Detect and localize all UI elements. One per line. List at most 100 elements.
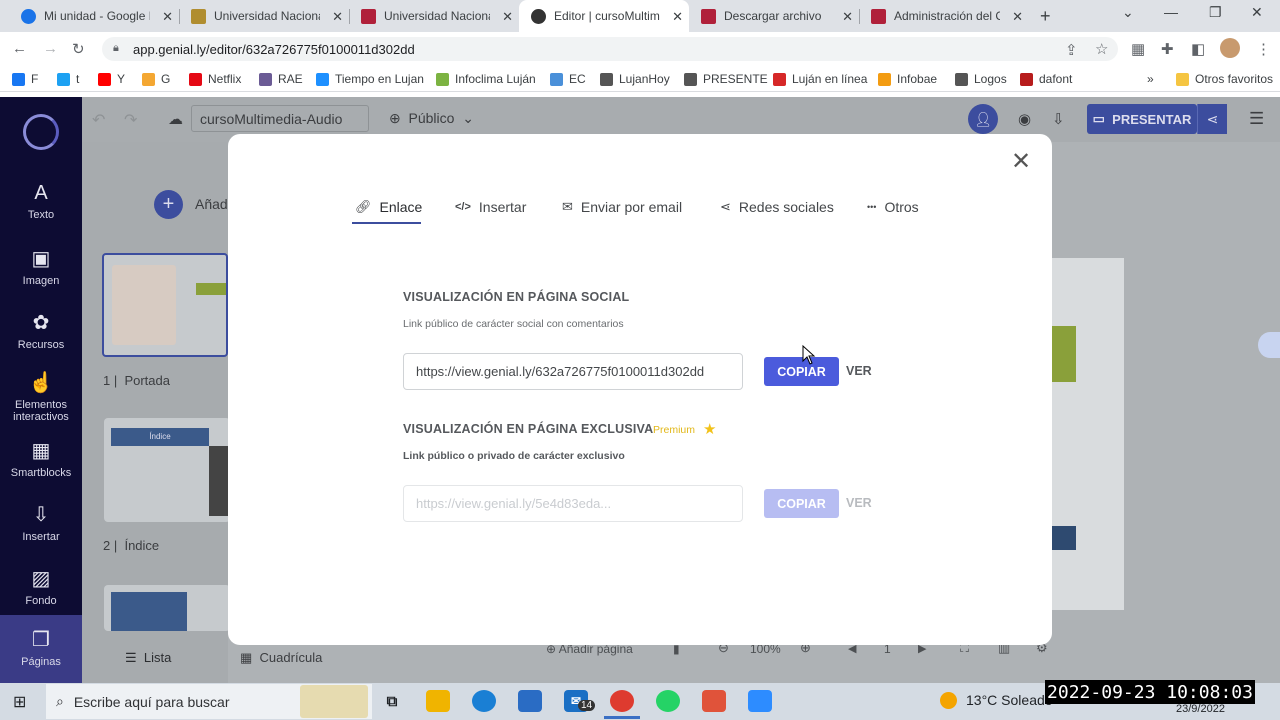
maximize-icon[interactable]: ❐	[1209, 4, 1222, 21]
bookmark-item[interactable]: PRESENTE	[684, 72, 768, 86]
sidebar-item-smartblocks[interactable]: ▦ Smartblocks	[0, 438, 82, 479]
filezilla-icon[interactable]	[702, 690, 726, 712]
reload-icon[interactable]: ↻	[72, 40, 85, 58]
edge-icon[interactable]	[472, 690, 496, 712]
add-page-button[interactable]: +	[154, 190, 183, 219]
browser-tab[interactable]: Editor | cursoMultimedia-Audio ✕	[519, 0, 689, 32]
tab-close-icon[interactable]: ✕	[332, 9, 343, 25]
browser-tab-title: Universidad Nacional de Luján	[384, 9, 490, 23]
tab-close-icon[interactable]: ✕	[1012, 9, 1023, 25]
social-view-link[interactable]: VER	[846, 364, 872, 378]
filename-input[interactable]: cursoMultimedia-Audio	[191, 105, 369, 132]
modal-tab-otros[interactable]: ••• Otros	[867, 199, 919, 215]
modal-tab-redes-sociales[interactable]: ⋖ Redes sociales	[720, 199, 834, 215]
sidepanel-icon[interactable]: ◧	[1191, 40, 1205, 58]
more-icon: •••	[867, 202, 877, 212]
sidebar-item-text[interactable]: A Texto	[0, 182, 82, 221]
forward-icon[interactable]: →	[43, 40, 58, 57]
bookmark-item[interactable]: EC	[550, 72, 586, 86]
modal-tab-enlace[interactable]: 🔗︎ Enlace	[355, 199, 422, 215]
bookmark-item[interactable]: Infobae	[878, 72, 937, 86]
bookmark-item[interactable]: Tiempo en Lujan	[316, 72, 424, 86]
page-thumbnail-3[interactable]	[104, 585, 230, 631]
sidebar-item-image[interactable]: ▣ Imagen	[0, 246, 82, 287]
add-user-icon[interactable]: 👤︎	[968, 104, 998, 134]
sidebar-item-pages[interactable]: ❐ Páginas	[0, 615, 82, 683]
store-icon[interactable]	[518, 690, 542, 712]
bookmark-item[interactable]: Y	[98, 72, 125, 86]
page-thumbnail-1[interactable]	[102, 253, 228, 357]
bookmarks-overflow[interactable]: »	[1147, 72, 1154, 86]
file-explorer-icon[interactable]	[426, 690, 450, 712]
minimize-icon[interactable]: —	[1164, 4, 1178, 20]
bookmark-item[interactable]: t	[57, 72, 79, 86]
preview-eye-icon[interactable]: ◉	[1018, 110, 1031, 128]
share-button[interactable]: ⋖	[1197, 104, 1227, 134]
tab-close-icon[interactable]: ✕	[672, 9, 683, 25]
taskbar-date[interactable]: 23/9/2022	[1176, 703, 1225, 715]
whatsapp-icon[interactable]	[656, 690, 680, 712]
bookmark-item[interactable]: Netflix	[189, 72, 241, 86]
browser-tab[interactable]: Administración del Campus ✕	[859, 0, 1029, 32]
bookmarks-overflow-label: »	[1147, 72, 1154, 86]
url-text[interactable]: app.genial.ly/editor/632a726775f0100011d…	[133, 42, 415, 57]
sidebar-item-insert[interactable]: ⇩ Insertar	[0, 502, 82, 543]
redo-icon[interactable]: ↷	[124, 110, 137, 130]
sidebar-item-background[interactable]: ▨ Fondo	[0, 566, 82, 607]
modal-tab-insertar[interactable]: </> Insertar	[455, 199, 526, 215]
premium-star-icon: ★	[703, 421, 717, 438]
bookmark-item[interactable]: G	[142, 72, 170, 86]
bookmark-item[interactable]: RAE	[259, 72, 303, 86]
list-view-tab[interactable]: ☰ Lista	[125, 650, 171, 666]
bookmark-item[interactable]: dafont	[1020, 72, 1072, 86]
other-bookmarks[interactable]: Otros favoritos	[1176, 72, 1273, 86]
moodle-icon	[701, 8, 716, 24]
timestamp-overlay: 2022-09-23 10:08:03	[1045, 680, 1255, 704]
qr-icon[interactable]: ▦	[1131, 40, 1145, 58]
windows-start-icon[interactable]: ⊞	[13, 692, 26, 712]
search-icon: ⌕	[56, 693, 64, 709]
close-modal-icon[interactable]: ✕	[1011, 150, 1031, 174]
browser-tab[interactable]: Mi unidad - Google Drive ✕	[9, 0, 179, 32]
social-url-field[interactable]: https://view.genial.ly/632a726775f010001…	[403, 353, 743, 390]
chrome-icon[interactable]	[610, 690, 634, 712]
browser-tab[interactable]: Universidad Nacional de Luján ✕	[349, 0, 519, 32]
bookmark-label: Infobae	[897, 72, 938, 86]
bookmark-item[interactable]: Infoclima Luján	[436, 72, 536, 86]
profile-avatar[interactable]	[1220, 38, 1240, 58]
share-page-icon[interactable]: ⇪	[1065, 41, 1078, 59]
weather-text[interactable]: 13°C Soleado	[966, 692, 1053, 708]
present-button[interactable]: ▭ PRESENTAR	[1087, 104, 1197, 134]
social-copy-button[interactable]: COPIAR	[764, 357, 839, 386]
zoom-icon[interactable]	[748, 690, 772, 712]
tab-close-icon[interactable]: ✕	[502, 9, 513, 25]
bookmark-item[interactable]: Luján en línea	[773, 72, 867, 86]
sidebar-item-interactive-elements[interactable]: ☝ Elementos interactivos	[0, 370, 82, 423]
tab-close-icon[interactable]: ✕	[162, 9, 173, 25]
grid-view-tab[interactable]: ▦ Cuadrícula	[240, 650, 322, 666]
close-window-icon[interactable]: ✕	[1251, 4, 1263, 21]
page-thumbnail-2[interactable]: Índice	[104, 418, 230, 522]
bookmark-item[interactable]: LujanHoy	[600, 72, 670, 86]
tab-search-icon[interactable]: ⌄	[1122, 4, 1134, 21]
browser-tab[interactable]: Descargar archivo ✕	[689, 0, 859, 32]
bookmark-item[interactable]: F	[12, 72, 38, 86]
back-icon[interactable]: ←	[12, 40, 27, 57]
bookmark-item[interactable]: Logos	[955, 72, 1007, 86]
visibility-selector[interactable]: ⊕ Público ⌄	[389, 110, 474, 127]
undo-icon[interactable]: ↶	[92, 110, 105, 130]
new-tab-button[interactable]: +	[1040, 6, 1051, 27]
menu-kebab-icon[interactable]: ⋮	[1256, 40, 1271, 58]
browser-tab[interactable]: Universidad Nacional de Luján ✕	[179, 0, 349, 32]
task-view-icon[interactable]: ⧉	[380, 690, 404, 712]
bookmark-star-icon[interactable]: ☆	[1095, 40, 1108, 58]
download-icon[interactable]: ⇩	[1052, 110, 1065, 128]
bookmark-favicon-icon	[1020, 72, 1033, 86]
list-tab-label: Lista	[143, 650, 172, 665]
side-mic-icon[interactable]	[1258, 332, 1280, 358]
hamburger-menu-icon[interactable]: ☰	[1249, 109, 1264, 129]
sidebar-item-resources[interactable]: ✿ Recursos	[0, 310, 82, 351]
tab-close-icon[interactable]: ✕	[842, 9, 853, 25]
extensions-icon[interactable]: ✚	[1161, 40, 1174, 58]
modal-tab-enviar-por-email[interactable]: ✉ Enviar por email	[562, 199, 682, 215]
